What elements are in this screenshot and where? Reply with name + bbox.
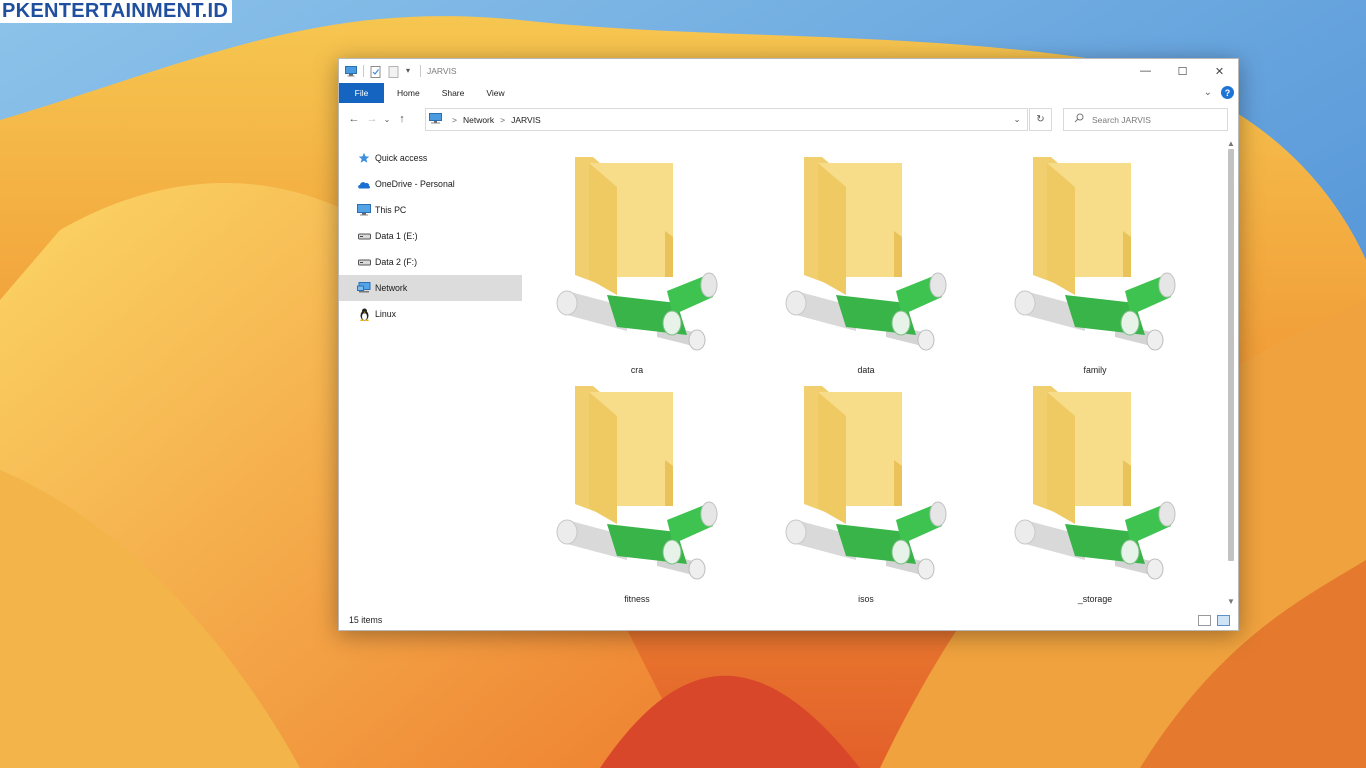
breadcrumb-network[interactable]: Network [463,115,494,125]
penguin-icon [357,308,371,321]
nav-item-label: OneDrive - Personal [375,179,455,189]
customize-toolbar-icon[interactable]: ▾ [406,66,414,77]
ribbon-right-controls: ⌄ ? [1204,86,1234,99]
item-label: isos [858,594,874,604]
nav-item-label: This PC [375,205,407,215]
nav-item-label: Data 1 (E:) [375,231,418,241]
network-share-item[interactable]: family [995,155,1195,375]
content-pane: cra data family fitness isos _storage [529,145,1221,615]
large-icons-view-button[interactable] [1217,615,1230,626]
network-share-folder-icon [785,386,947,580]
search-icon [1074,113,1084,126]
tab-file[interactable]: File [339,83,384,103]
forward-button[interactable]: → [363,113,381,125]
quick-access-toolbar: ▾ [339,65,421,78]
tab-home[interactable]: Home [386,83,431,103]
vertical-scrollbar[interactable]: ▲ ▼ [1226,139,1236,609]
details-view-button[interactable] [1198,615,1211,626]
close-button[interactable]: ✕ [1201,59,1238,83]
network-share-folder-icon [556,157,718,351]
network-share-item[interactable]: cra [537,155,737,375]
item-label: fitness [624,594,650,604]
nav-item-linux[interactable]: Linux [339,301,522,327]
breadcrumb-jarvis[interactable]: JARVIS [511,115,541,125]
status-bar: 15 items [339,610,1238,630]
network-share-item[interactable]: isos [766,384,966,604]
network-icon [429,113,442,126]
item-label: cra [630,365,644,375]
up-button[interactable]: ↑ [393,113,411,125]
nav-item-label: Data 2 (F:) [375,257,418,267]
network-icon [357,282,371,294]
monitor-icon [357,204,371,216]
breadcrumb-separator: > [452,114,457,125]
nav-item-this-pc[interactable]: This PC [339,197,522,223]
window-title: JARVIS [427,66,457,76]
nav-item-data-1[interactable]: Data 1 (E:) [339,223,522,249]
network-share-item[interactable]: _storage [995,384,1195,604]
view-toggle [1198,615,1230,626]
address-bar[interactable]: > Network > JARVIS ⌄ [425,108,1028,131]
item-label: family [1083,365,1107,375]
network-share-folder-icon [785,157,947,351]
cloud-icon [357,178,371,190]
refresh-button[interactable]: ↻ [1029,108,1052,131]
toolbar-divider [420,65,421,77]
computer-icon [345,65,357,77]
search-placeholder: Search JARVIS [1092,114,1151,125]
scrollbar-thumb[interactable] [1228,149,1234,561]
drive-icon [357,256,371,268]
breadcrumb-separator: > [500,114,506,125]
drive-icon [357,230,371,242]
network-share-item[interactable]: fitness [537,384,737,604]
new-folder-icon[interactable] [388,65,400,78]
item-label: data [857,365,875,375]
address-row: ← → ⌄ ↑ > Network > JARVIS ⌄ ↻ Search JA… [339,106,1238,132]
scroll-down-arrow[interactable]: ▼ [1226,597,1236,606]
nav-item-quick-access[interactable]: Quick access [339,145,522,171]
network-share-folder-icon [556,386,718,580]
toolbar-divider [363,65,364,77]
back-button[interactable]: ← [345,113,363,125]
nav-item-label: Linux [375,309,397,319]
tab-view[interactable]: View [475,83,515,103]
network-share-item[interactable]: data [766,155,966,375]
network-share-folder-icon [1014,157,1176,351]
maximize-button[interactable]: ☐ [1164,59,1201,83]
search-input[interactable]: Search JARVIS [1063,108,1228,131]
nav-item-network[interactable]: Network [339,275,522,301]
tab-share[interactable]: Share [431,83,476,103]
item-label: _storage [1077,594,1113,604]
nav-item-onedrive[interactable]: OneDrive - Personal [339,171,522,197]
title-bar: ▾ JARVIS — ☐ ✕ [339,59,1238,83]
nav-item-label: Network [375,283,408,293]
nav-item-data-2[interactable]: Data 2 (F:) [339,249,522,275]
ribbon-tabs: File Home Share View ⌄ ? [339,83,1238,103]
file-explorer-window: ▾ JARVIS — ☐ ✕ File Home Share View ⌄ ? … [338,58,1239,631]
help-icon[interactable]: ? [1221,86,1234,99]
nav-item-label: Quick access [375,153,428,163]
scroll-up-arrow[interactable]: ▲ [1226,139,1236,148]
window-controls: — ☐ ✕ [1127,59,1238,83]
watermark-logo: PKENTERTAINMENT.ID [0,0,233,23]
properties-icon[interactable] [370,65,382,78]
minimize-button[interactable]: — [1127,59,1164,83]
item-count: 15 items [349,615,383,625]
recent-locations-button[interactable]: ⌄ [381,115,393,124]
navigation-pane: Quick access OneDrive - Personal This PC… [339,145,522,605]
network-share-folder-icon [1014,386,1176,580]
expand-ribbon-icon[interactable]: ⌄ [1204,87,1212,98]
star-icon [357,152,371,164]
address-dropdown-button[interactable]: ⌄ [1007,109,1027,130]
